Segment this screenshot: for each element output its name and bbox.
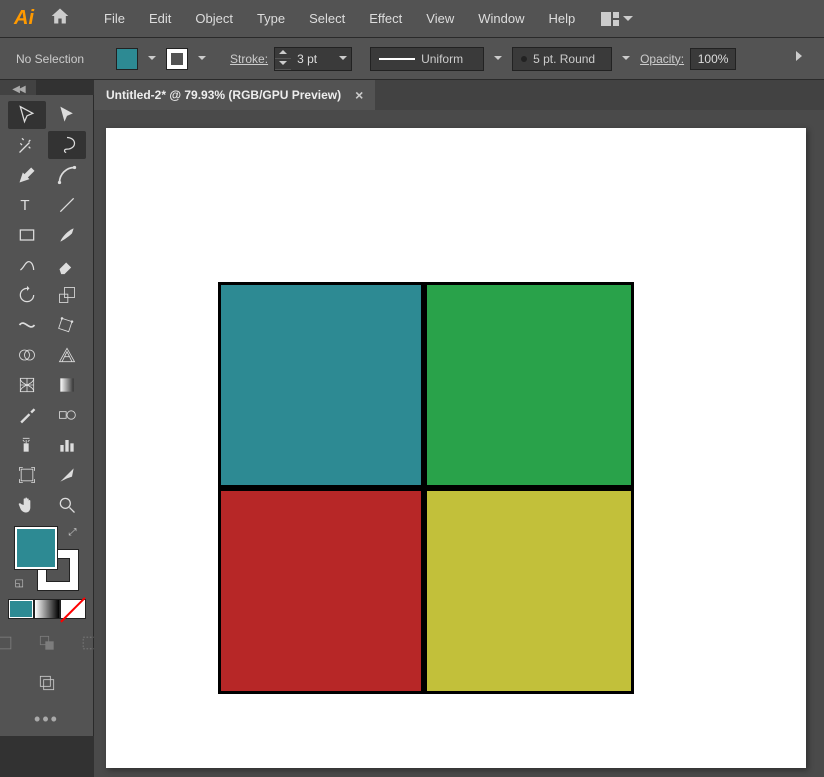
workspace-icon [601, 12, 619, 26]
scale-tool[interactable] [48, 281, 86, 309]
paintbrush-tool[interactable] [48, 221, 86, 249]
menu-object[interactable]: Object [185, 7, 243, 30]
brush-profile[interactable]: Uniform [370, 47, 484, 71]
mesh-tool[interactable] [8, 371, 46, 399]
gradient-tool[interactable] [48, 371, 86, 399]
width-profile-dropdown[interactable] [618, 48, 634, 70]
svg-text:T: T [20, 197, 29, 214]
screen-mode-tool[interactable] [28, 669, 66, 697]
fill-stroke-indicator[interactable]: ⤢ ◱ [15, 527, 79, 591]
menu-file[interactable]: File [94, 7, 135, 30]
control-bar: No Selection Stroke: 3 pt Uniform 5 pt. … [0, 38, 824, 80]
column-graph-tool[interactable] [48, 431, 86, 459]
stroke-down-icon[interactable] [275, 59, 291, 70]
perspective-grid-tool[interactable] [48, 341, 86, 369]
draw-behind-icon[interactable] [28, 629, 66, 657]
rectangle-shape[interactable] [424, 488, 634, 694]
menu-window[interactable]: Window [468, 7, 534, 30]
menu-select[interactable]: Select [299, 7, 355, 30]
shape-builder-tool[interactable] [8, 341, 46, 369]
app-menubar: Ai File Edit Object Type Select Effect V… [0, 0, 824, 38]
menu-type[interactable]: Type [247, 7, 295, 30]
width-profile[interactable]: 5 pt. Round [512, 47, 612, 71]
home-icon[interactable] [50, 6, 70, 31]
document-tabstrip: Untitled-2* @ 79.93% (RGB/GPU Preview) × [94, 80, 824, 110]
swap-fill-stroke-icon[interactable]: ⤢ [69, 527, 77, 538]
line-tool[interactable] [48, 191, 86, 219]
default-fill-stroke-icon[interactable]: ◱ [15, 578, 24, 589]
eraser-tool[interactable] [48, 251, 86, 279]
menu-help[interactable]: Help [538, 7, 585, 30]
lasso-tool[interactable] [48, 131, 86, 159]
line-icon [379, 58, 415, 60]
width-tool[interactable] [8, 311, 46, 339]
opacity-input[interactable] [690, 48, 736, 70]
draw-normal-icon[interactable] [0, 629, 24, 657]
close-icon[interactable]: × [355, 87, 363, 103]
pen-tool[interactable] [8, 161, 46, 189]
brush-profile-dropdown[interactable] [490, 48, 506, 70]
eyedropper-tool[interactable] [8, 401, 46, 429]
color-mode-gradient[interactable] [34, 599, 60, 619]
stroke-swatch[interactable] [166, 48, 188, 70]
fill-color-box[interactable] [15, 527, 57, 569]
color-mode-none[interactable] [60, 599, 86, 619]
tab-title: Untitled-2* @ 79.93% (RGB/GPU Preview) [106, 88, 341, 102]
artboard [106, 128, 806, 768]
stroke-label[interactable]: Stroke: [230, 52, 268, 66]
menu-view[interactable]: View [416, 7, 464, 30]
stroke-value: 3 pt [291, 52, 335, 66]
fill-dropdown[interactable] [144, 48, 160, 70]
selection-status: No Selection [16, 52, 84, 66]
stroke-dropdown[interactable] [194, 48, 210, 70]
rectangle-tool[interactable] [8, 221, 46, 249]
tools-panel: T [0, 95, 94, 736]
menu-effect[interactable]: Effect [359, 7, 412, 30]
fill-swatch[interactable] [116, 48, 138, 70]
dot-icon [521, 56, 527, 62]
width-label: 5 pt. Round [533, 52, 595, 66]
control-overflow[interactable] [790, 45, 808, 72]
rotate-tool[interactable] [8, 281, 46, 309]
shaper-tool[interactable] [8, 251, 46, 279]
curvature-tool[interactable] [48, 161, 86, 189]
symbol-sprayer-tool[interactable] [8, 431, 46, 459]
artboard-tool[interactable] [8, 461, 46, 489]
color-mode-solid[interactable] [8, 599, 34, 619]
rectangle-shape[interactable] [424, 282, 634, 488]
slice-tool[interactable] [48, 461, 86, 489]
opacity-label[interactable]: Opacity: [640, 52, 684, 66]
profile-label: Uniform [421, 52, 463, 66]
collapse-icon: ◀◀ [12, 84, 23, 95]
zoom-tool[interactable] [48, 491, 86, 519]
free-transform-tool[interactable] [48, 311, 86, 339]
menu-edit[interactable]: Edit [139, 7, 181, 30]
stroke-weight-input[interactable]: 3 pt [274, 47, 352, 71]
chevron-down-icon [623, 16, 633, 22]
hand-tool[interactable] [8, 491, 46, 519]
panel-collapse-gutter[interactable]: ◀◀ [0, 80, 36, 95]
selection-tool[interactable] [8, 101, 46, 129]
app-logo: Ai [10, 5, 38, 32]
workspace-switcher[interactable] [601, 12, 633, 26]
document-tab[interactable]: Untitled-2* @ 79.93% (RGB/GPU Preview) × [94, 80, 375, 110]
stroke-weight-dropdown[interactable] [335, 48, 351, 70]
edit-toolbar-button[interactable]: ••• [34, 709, 59, 730]
direct-selection-tool[interactable] [48, 101, 86, 129]
rectangle-shape[interactable] [218, 488, 424, 694]
type-tool[interactable]: T [8, 191, 46, 219]
stroke-up-icon[interactable] [275, 48, 291, 59]
blend-tool[interactable] [48, 401, 86, 429]
rectangle-shape[interactable] [218, 282, 424, 488]
document-area: Untitled-2* @ 79.93% (RGB/GPU Preview) × [94, 80, 824, 777]
canvas-viewport[interactable] [94, 110, 824, 777]
magic-wand-tool[interactable] [8, 131, 46, 159]
